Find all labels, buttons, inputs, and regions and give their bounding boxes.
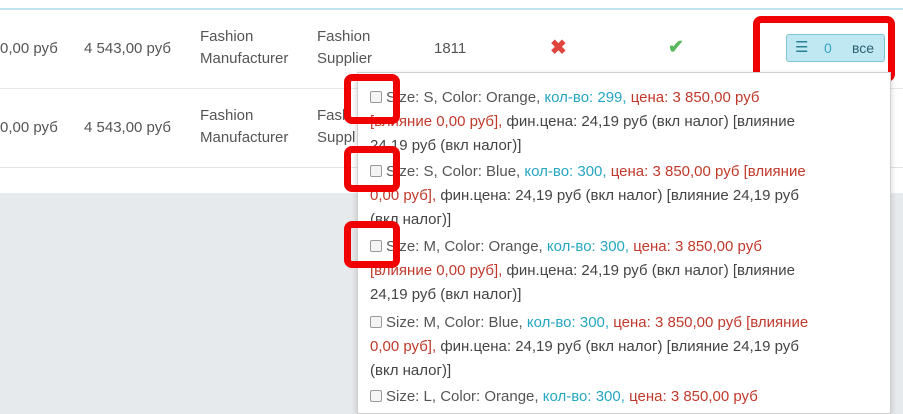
combination-price: цена: 3 850,00 руб: [633, 238, 762, 255]
combination-checkbox[interactable]: [370, 316, 382, 328]
combination-item[interactable]: Size: S, Color: Blue, кол-во: 300, цена:…: [370, 160, 875, 232]
combination-item[interactable]: Size: S, Color: Orange, кол-во: 299, цен…: [370, 86, 875, 158]
combination-item[interactable]: Size: L, Color: Orange, кол-во: 300, цен…: [370, 385, 875, 409]
combination-price: цена: 3 850,00 руб [влияние: [610, 163, 806, 180]
price-cell: 0,00 руб: [0, 40, 58, 57]
combination-quantity: кол-во: 300,: [546, 238, 630, 255]
combination-impact: 0,00 руб],: [370, 338, 437, 355]
combination-quantity: кол-во: 300,: [524, 163, 607, 180]
highlight-box-checkbox-3: [344, 221, 400, 268]
manufacturer-line2: Manufacturer: [200, 50, 289, 67]
combination-final-price: фин.цена: 24,19 руб (вкл налог) [влияние: [506, 113, 795, 130]
manufacturer-line1: Fashion: [200, 107, 254, 124]
price-cell: 0,00 руб: [0, 119, 58, 136]
highlight-box-checkbox-1: [344, 74, 400, 124]
combination-price: цена: 3 850,00 руб [влияние: [613, 314, 809, 331]
combination-name: Size: M, Color: Blue,: [386, 314, 523, 331]
combination-price: цена: 3 850,00 руб: [629, 388, 758, 405]
combination-final-price-cont: (вкл налог)]: [370, 362, 452, 379]
combination-item[interactable]: Size: M, Color: Blue, кол-во: 300, цена:…: [370, 311, 875, 383]
manufacturer-line1: Fashion: [200, 28, 254, 45]
combination-final-price: фин.цена: 24,19 руб (вкл налог) [влияние…: [440, 187, 800, 204]
combinations-dropdown: Size: S, Color: Orange, кол-во: 299, цен…: [357, 72, 891, 414]
combination-quantity: кол-во: 300,: [526, 314, 610, 331]
supplier-line1: Fashion: [317, 28, 371, 45]
quantity-cell: 1811: [434, 40, 467, 57]
final-price-cell: 4 543,00 руб: [84, 119, 171, 136]
combination-final-price: фин.цена: 24,19 руб (вкл налог) [влияние: [506, 262, 795, 279]
check-icon[interactable]: ✔: [668, 37, 684, 59]
combination-final-price: фин.цена: 24,19 руб (вкл налог) [влияние…: [440, 338, 800, 355]
combination-final-price-cont: 24,19 руб (вкл налог)]: [370, 286, 522, 303]
combination-checkbox[interactable]: [370, 390, 382, 402]
highlight-box-checkbox-2: [344, 146, 400, 192]
combination-name: Size: S, Color: Blue,: [386, 163, 521, 180]
combination-quantity: кол-во: 300,: [542, 388, 625, 405]
combination-quantity: кол-во: 299,: [544, 89, 627, 106]
combination-name: Size: L, Color: Orange,: [386, 388, 539, 405]
combination-item[interactable]: Size: M, Color: Orange, кол-во: 300, цен…: [370, 235, 875, 307]
combination-price: цена: 3 850,00 руб: [630, 89, 760, 106]
combination-name: Size: S, Color: Orange,: [386, 89, 541, 106]
manufacturer-line2: Manufacturer: [200, 129, 289, 146]
combination-name: Size: M, Color: Orange,: [386, 238, 543, 255]
x-icon[interactable]: ✖: [550, 37, 567, 59]
final-price-cell: 4 543,00 руб: [84, 40, 171, 57]
supplier-line2: Supplier: [317, 50, 373, 67]
